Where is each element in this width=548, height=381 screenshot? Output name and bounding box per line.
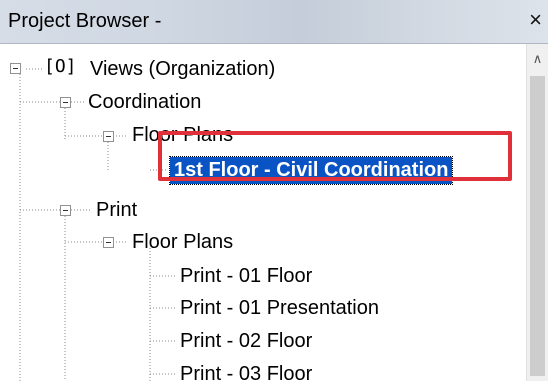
collapse-coordination-icon[interactable]	[60, 97, 71, 108]
tree-node-label: Views (Organization)	[90, 57, 276, 80]
scroll-thumb[interactable]	[530, 76, 545, 376]
collapse-print-floor-plans-icon[interactable]	[103, 237, 114, 248]
tree-node-print-floor-plans[interactable]: Floor Plans	[132, 226, 233, 258]
tree-node-print-01-presentation[interactable]: Print - 01 Presentation	[180, 292, 379, 324]
tree-node-coordination[interactable]: Coordination	[88, 86, 201, 118]
tree-node-label: Print - 01 Presentation	[180, 296, 379, 319]
tree-node-label: Floor Plans	[132, 123, 234, 146]
tree-node-label: Print - 03 Floor	[180, 362, 313, 381]
tree-node-views-organization[interactable]: Views (Organization)	[90, 53, 275, 85]
views-icon: [O]	[44, 56, 77, 77]
scroll-up-arrow-icon[interactable]: ∧	[527, 44, 548, 74]
vertical-scrollbar[interactable]: ∧	[526, 44, 548, 381]
tree-node-coord-floor-plans[interactable]: Floor Plans	[132, 119, 233, 151]
close-icon[interactable]: ×	[529, 9, 542, 31]
tree-node-print[interactable]: Print	[96, 194, 137, 226]
selected-view-label: 1st Floor - Civil Coordination	[168, 155, 454, 185]
tree-node-label: Floor Plans	[132, 230, 234, 253]
tree-node-label: Print	[96, 198, 138, 221]
collapse-print-icon[interactable]	[60, 205, 71, 216]
tree-node-label: Coordination	[88, 90, 202, 113]
project-browser-titlebar: Project Browser - ×	[0, 0, 548, 44]
views-tree: [O] Views (Organization) Coordination Fl…	[0, 44, 526, 381]
tree-node-1st-floor-civil-coordination[interactable]: 1st Floor - Civil Coordination	[168, 154, 454, 186]
window-title: Project Browser -	[8, 10, 162, 32]
project-browser-panel: [O] Views (Organization) Coordination Fl…	[0, 44, 548, 381]
tree-node-print-01-floor[interactable]: Print - 01 Floor	[180, 260, 312, 292]
tree-node-print-03-floor[interactable]: Print - 03 Floor	[180, 358, 312, 381]
tree-node-print-02-floor[interactable]: Print - 02 Floor	[180, 325, 312, 357]
collapse-coord-floor-plans-icon[interactable]	[103, 131, 114, 142]
tree-node-label: Print - 02 Floor	[180, 329, 313, 352]
collapse-root-icon[interactable]	[10, 63, 21, 74]
tree-node-label: Print - 01 Floor	[180, 264, 313, 287]
